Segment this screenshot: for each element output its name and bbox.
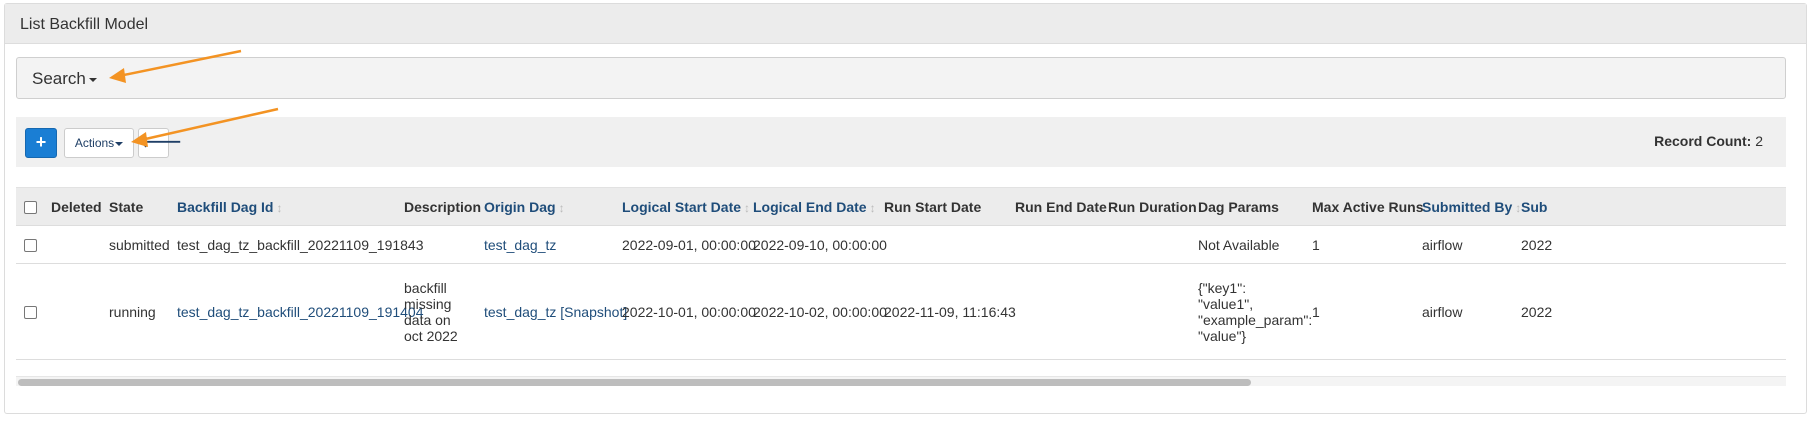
cell-origin-dag: test_dag_tz [476,225,614,264]
cell-backfill-dag-id: test_dag_tz_backfill_20221109_191843 [169,225,424,264]
cell-logical-end-date: 2022-10-02, 00:00:00 [745,263,887,360]
record-count: Record Count: 2 [1654,133,1763,149]
column-header-state: State [101,187,169,226]
records-table: Deleted State Backfill Dag Id ↕ Descripti… [16,187,1786,360]
cell-max-active-runs: 1 [1304,225,1414,264]
caret-down-icon [88,77,97,82]
cell-run-start-date: 2022-11-09, 11:16:43 [876,263,1016,360]
cell-run-start-date [876,225,1007,264]
row-select-cell [16,225,43,264]
search-label: Search [32,69,86,88]
origin-dag-link[interactable]: test_dag_tz [484,237,556,253]
snapshot-link[interactable]: [Snapshot] [560,304,627,320]
actions-button[interactable]: Actions [64,128,134,158]
cell-backfill-dag-id: test_dag_tz_backfill_20221109_191404 [169,263,424,360]
table-row: submitted test_dag_tz_backfill_20221109_… [16,225,1786,264]
cell-deleted [43,225,101,264]
cell-max-active-runs: 1 [1304,263,1414,360]
select-all-checkbox[interactable] [24,201,37,215]
cell-origin-dag: test_dag_tz [Snapshot] [476,263,627,360]
cell-run-duration [1100,263,1190,360]
cell-dag-params: {"key1": "value1", "example_param": "val… [1190,263,1312,360]
sort-icon: ↕ [276,200,283,215]
cell-logical-start-date: 2022-10-01, 00:00:00 [614,263,756,360]
table-header-row: Deleted State Backfill Dag Id ↕ Descripti… [16,187,1786,226]
back-button[interactable]: 🡐 [138,128,182,158]
backfill-dag-id-link[interactable]: test_dag_tz_backfill_20221109_191404 [177,304,424,320]
sort-icon: ↕ [869,200,876,215]
cell-state: submitted [101,225,170,264]
actions-label: Actions [74,136,115,150]
column-label: Backfill Dag Id [177,198,274,215]
cell-logical-start-date: 2022-09-01, 00:00:00 [614,225,756,264]
column-header-logical-end-date[interactable]: Logical End Date ↕ [745,187,876,226]
cell-logical-end-date: 2022-09-10, 00:00:00 [745,225,887,264]
column-label: Submitted By [1422,198,1513,215]
cell-run-duration [1100,225,1190,264]
cell-submitted-at: 2022 [1513,225,1786,264]
column-header-run-start-date: Run Start Date [876,187,1007,226]
table-row: running test_dag_tz_backfill_20221109_19… [16,263,1786,360]
records-table-wrapper: Deleted State Backfill Dag Id ↕ Descripti… [16,187,1786,363]
cell-submitted-by: airflow [1414,225,1513,264]
column-header-max-active-runs: Max Active Runs [1304,187,1424,226]
sort-icon: ↕ [744,200,751,215]
cell-state: running [101,263,169,360]
cell-submitted-by: airflow [1414,263,1513,360]
cell-description: backfill missing data on oct 2022 [396,263,476,360]
column-header-submitted-at[interactable]: Sub [1513,187,1786,226]
horizontal-scrollbar[interactable] [16,376,1786,386]
column-label: Logical End Date [753,198,867,215]
arrow-left-icon: 🡐 [139,134,182,151]
cell-run-end-date [1007,263,1100,360]
cell-deleted [43,263,101,360]
cell-run-end-date [1007,225,1100,264]
row-checkbox[interactable] [24,239,37,253]
column-label: Logical Start Date [622,198,742,215]
column-header-dag-params: Dag Params [1190,187,1304,226]
column-header-run-end-date: Run End Date [1007,187,1107,226]
column-header-logical-start-date[interactable]: Logical Start Date ↕ [614,187,750,226]
column-header-submitted-by[interactable]: Submitted By ↕ [1414,187,1521,226]
cell-dag-params: Not Available [1190,225,1304,264]
origin-dag-link[interactable]: test_dag_tz [484,304,556,320]
row-checkbox[interactable] [24,306,37,320]
add-record-button[interactable]: + [25,128,57,158]
column-header-deleted: Deleted [43,187,102,226]
panel-title: List Backfill Model [5,4,1806,44]
plus-icon: + [35,132,47,152]
scrollbar-thumb[interactable] [18,379,1251,386]
cell-submitted-at: 2022 [1513,263,1786,360]
column-label: Origin Dag [484,198,556,215]
select-all-cell [16,187,43,226]
column-header-run-duration: Run Duration [1100,187,1197,226]
column-header-origin-dag[interactable]: Origin Dag ↕ [476,187,614,226]
sort-icon: ↕ [558,200,565,215]
record-count-value: 2 [1755,133,1763,149]
search-bar: Search [16,57,1786,99]
record-count-label: Record Count: [1654,133,1752,149]
list-toolbar: + Actions 🡐 Record Count: 2 [16,117,1786,167]
column-header-backfill-dag-id[interactable]: Backfill Dag Id ↕ [169,187,396,226]
row-select-cell [16,263,43,360]
column-header-description: Description [396,187,481,226]
search-toggle[interactable]: Search [32,69,97,89]
caret-down-icon [115,141,124,146]
